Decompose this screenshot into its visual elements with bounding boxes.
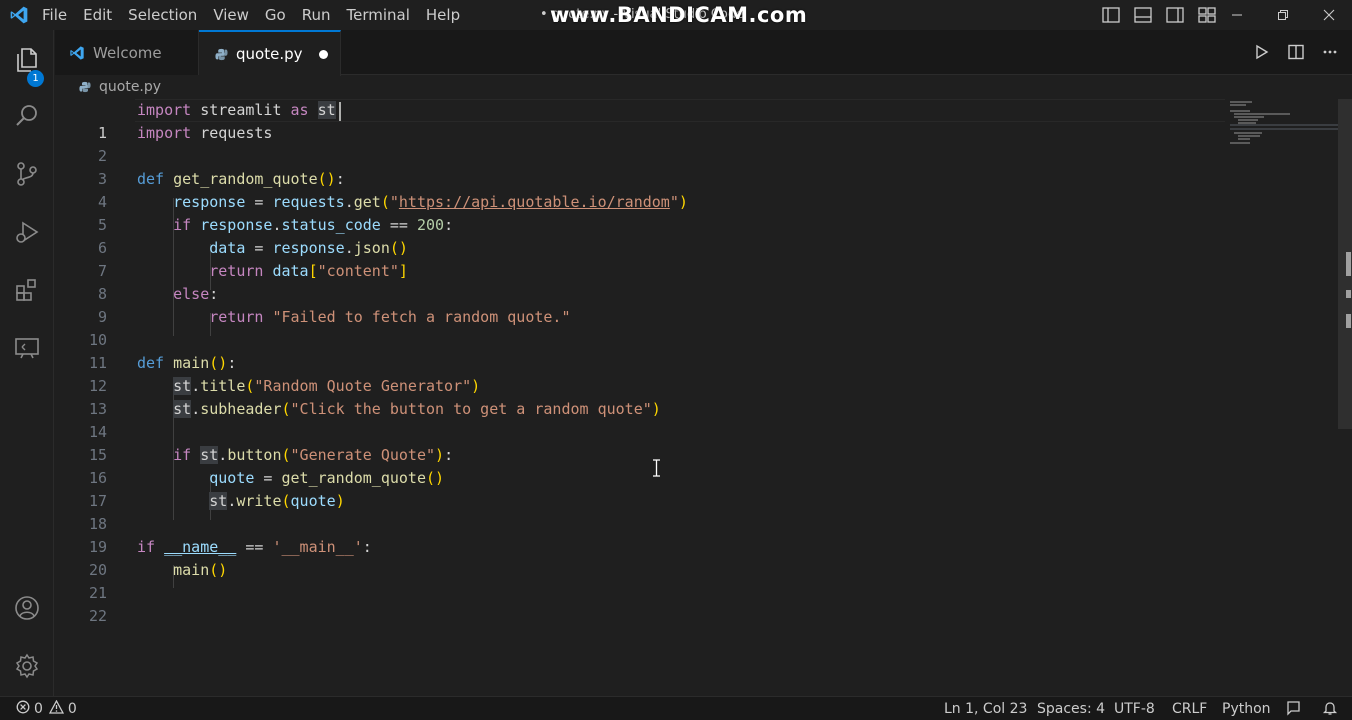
code-line: 5 response = requests.get("https://api.q… <box>55 191 1220 234</box>
code-line: 17 quote = get_random_quote() <box>55 467 1220 510</box>
extensions-icon[interactable] <box>0 266 54 314</box>
close-icon[interactable] <box>1306 0 1352 30</box>
toggle-secondary-sidebar-icon[interactable] <box>1162 4 1188 26</box>
notifications-bell-icon[interactable] <box>1322 700 1338 720</box>
code-line: 22 <box>55 582 1220 625</box>
tab-bar: Welcome quote.py <box>55 30 1352 76</box>
warning-count: 0 <box>67 701 77 717</box>
more-actions-icon[interactable] <box>1320 42 1340 62</box>
cursor-position[interactable]: Ln 1, Col 23 <box>944 697 1027 720</box>
remote-explorer-icon[interactable] <box>0 324 54 372</box>
toggle-panel-icon[interactable] <box>1130 4 1156 26</box>
gear-icon[interactable] <box>0 642 54 690</box>
encoding-setting[interactable]: UTF-8 <box>1114 697 1155 720</box>
error-icon <box>16 700 30 718</box>
code-line: 4 def get_random_quote(): <box>55 168 1220 211</box>
run-debug-icon[interactable] <box>0 208 54 256</box>
problems-indicator[interactable]: 0 0 <box>16 697 77 720</box>
breadcrumb-file[interactable]: quote.py <box>99 79 161 95</box>
code-line: 20 if __name__ == '__main__': <box>55 536 1220 579</box>
code-line: 18 st.write(quote) <box>55 490 1220 533</box>
toggle-primary-sidebar-icon[interactable] <box>1098 4 1124 26</box>
code-line: 10 return "Failed to fetch a random quot… <box>55 306 1220 349</box>
code-line: 1 import streamlit as st <box>55 99 1220 142</box>
feedback-icon[interactable] <box>1286 700 1302 720</box>
warning-icon <box>48 699 65 718</box>
code-line: 8 return data["content"] <box>55 260 1220 303</box>
line-number: 22 <box>88 607 107 625</box>
indentation-setting[interactable]: Spaces: 4 <box>1037 697 1105 720</box>
error-count: 0 <box>34 701 43 717</box>
code-line: 2 import requests <box>55 122 1220 165</box>
code-line: 15 <box>55 421 1220 464</box>
tab-welcome-label: Welcome <box>93 43 162 62</box>
code-line: 19 <box>55 513 1220 556</box>
tab-quote-py-label: quote.py <box>236 45 303 63</box>
vscode-logo-icon <box>4 0 34 30</box>
title-bar: File Edit Selection View Go Run Terminal… <box>0 0 1352 30</box>
language-mode[interactable]: Python <box>1222 697 1271 720</box>
status-bar: 0 0 Ln 1, Col 23 Spaces: 4 UTF-8 CRLF Py… <box>0 696 1352 720</box>
python-file-icon <box>215 48 228 61</box>
code-line: 16 if st.button("Generate Quote"): <box>55 444 1220 487</box>
run-python-file-icon[interactable] <box>1252 42 1272 62</box>
unsaved-dot-icon[interactable] <box>319 50 328 59</box>
code-line: 13 st.title("Random Quote Generator") <box>55 375 1220 418</box>
code-line: 21 main() <box>55 559 1220 602</box>
code-line: 7 data = response.json() <box>55 237 1220 280</box>
python-file-icon <box>79 81 91 93</box>
code-editor[interactable]: 1 import streamlit as st 2 import reques… <box>55 99 1352 696</box>
recording-watermark: www.BANDICAM.com <box>550 3 808 27</box>
source-control-icon[interactable] <box>0 150 54 198</box>
eol-setting[interactable]: CRLF <box>1172 697 1207 720</box>
code-line: 14 st.subheader("Click the button to get… <box>55 398 1220 441</box>
code-line: 3 <box>55 145 1220 188</box>
overview-ruler-mark <box>1346 314 1351 328</box>
search-icon[interactable] <box>0 92 54 140</box>
tab-quote-py[interactable]: quote.py <box>199 30 341 76</box>
breadcrumb: quote.py <box>55 75 1352 99</box>
mouse-ibeam-icon <box>652 459 661 477</box>
menu-file[interactable]: File <box>34 0 75 30</box>
overview-ruler-mark <box>1346 290 1351 298</box>
code-line: 12 def main(): <box>55 352 1220 395</box>
split-editor-icon[interactable] <box>1286 42 1306 62</box>
explorer-badge: 1 <box>27 70 44 87</box>
menu-help[interactable]: Help <box>418 0 468 30</box>
vscode-tab-icon <box>69 45 85 61</box>
code-line: 9 else: <box>55 283 1220 326</box>
minimize-icon[interactable] <box>1214 0 1260 30</box>
account-icon[interactable] <box>0 584 54 632</box>
code-line: 6 if response.status_code == 200: <box>55 214 1220 257</box>
menu-selection[interactable]: Selection <box>120 0 205 30</box>
menu-run[interactable]: Run <box>294 0 339 30</box>
restore-icon[interactable] <box>1260 0 1306 30</box>
menu-terminal[interactable]: Terminal <box>339 0 418 30</box>
minimap[interactable] <box>1228 99 1340 159</box>
tab-welcome[interactable]: Welcome <box>55 30 199 75</box>
text-cursor <box>339 102 341 121</box>
explorer-icon[interactable]: 1 <box>0 36 54 87</box>
overview-ruler-mark <box>1346 252 1351 276</box>
menu-view[interactable]: View <box>205 0 257 30</box>
code-line: 11 <box>55 329 1220 372</box>
activity-bar: 1 <box>0 30 54 696</box>
menu-edit[interactable]: Edit <box>75 0 120 30</box>
menu-go[interactable]: Go <box>257 0 294 30</box>
